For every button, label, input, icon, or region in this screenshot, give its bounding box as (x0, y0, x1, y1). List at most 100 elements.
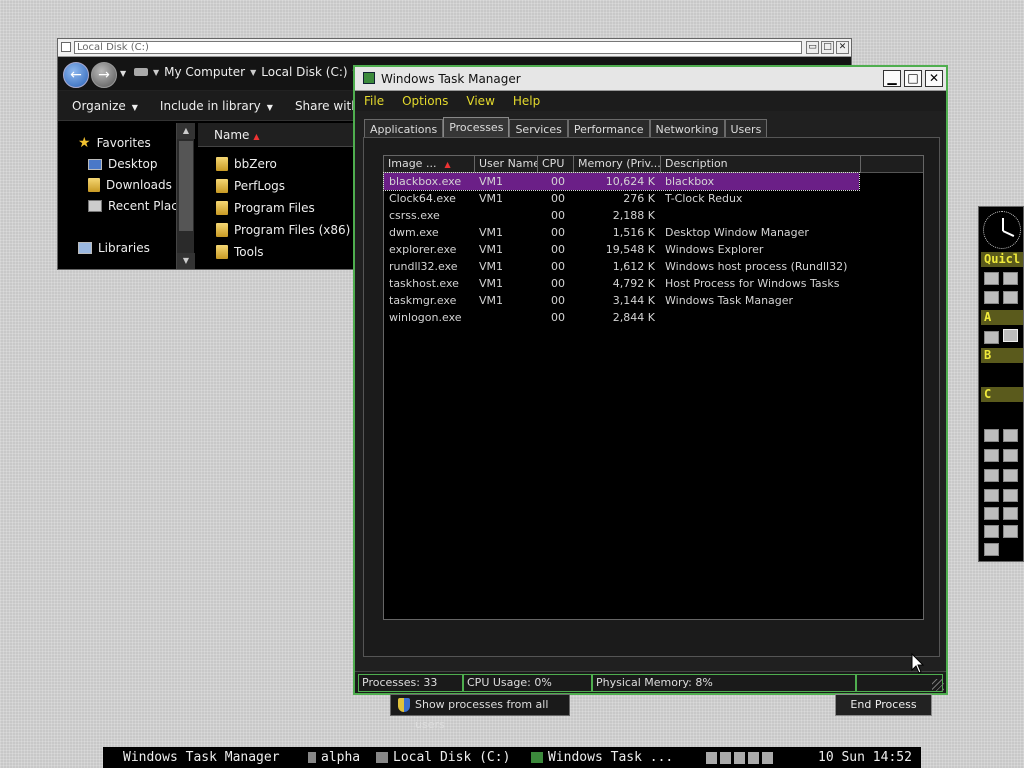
resize-grip-icon[interactable] (932, 679, 944, 691)
taskbar-current-window[interactable]: Windows Task Manager (123, 747, 280, 768)
table-row[interactable]: rundll32.exe VM1 00 1,612 K Windows host pro… (384, 258, 859, 275)
include-in-library-button[interactable]: Include in library ▼ (160, 99, 273, 113)
star-icon: ★ (78, 135, 91, 151)
taskbar-workspace-alpha[interactable]: alpha (308, 747, 360, 768)
nav-desktop[interactable]: Desktop (88, 157, 158, 171)
maximize-button[interactable]: □ (904, 70, 922, 87)
column-header-memory[interactable]: Memory (Priv... (574, 156, 661, 173)
column-header-name[interactable]: Name ▲ (198, 123, 368, 147)
menu-options[interactable]: Options (402, 94, 448, 108)
cell-description: Desktop Window Manager (665, 226, 809, 239)
minimize-button[interactable]: ▭ (806, 41, 819, 54)
list-item[interactable]: Program Files (216, 201, 315, 215)
task-manager-window[interactable]: Windows Task Manager ▁ □ ✕ File Options … (353, 65, 948, 731)
flag-icon[interactable] (720, 751, 731, 764)
nav-downloads[interactable]: Downloads (88, 178, 172, 192)
menu-view[interactable]: View (466, 94, 494, 108)
notepad-icon[interactable] (1003, 525, 1018, 538)
back-button[interactable]: ← (63, 62, 89, 88)
table-row[interactable]: blackbox.exe VM1 00 10,624 K blackbox (383, 172, 860, 191)
printer-icon[interactable] (984, 489, 999, 502)
table-row[interactable]: explorer.exe VM1 00 19,548 K Windows Explore… (384, 241, 859, 258)
task-manager-titlebar[interactable]: Windows Task Manager ▁ □ ✕ (355, 67, 946, 91)
task-manager-icon (363, 72, 375, 84)
tab-users[interactable]: Users (724, 119, 768, 138)
table-row[interactable]: taskmgr.exe VM1 00 3,144 K Windows Task Mana… (384, 292, 859, 309)
scroll-down-icon[interactable]: ▼ (177, 253, 195, 269)
table-row[interactable]: taskhost.exe VM1 00 4,792 K Host Process for… (384, 275, 859, 292)
organize-button[interactable]: Organize ▼ (72, 99, 138, 113)
user-icon[interactable] (984, 543, 999, 556)
list-item[interactable]: PerfLogs (216, 179, 285, 193)
show-all-users-button[interactable]: Show processes from all users (390, 694, 570, 731)
mouse-cursor-icon (911, 653, 925, 674)
taskbar-item-task-manager[interactable]: Windows Task ... (531, 747, 673, 768)
taskbar-clock[interactable]: 10 Sun 14:52 (818, 747, 912, 768)
network-share-icon[interactable] (1003, 507, 1018, 520)
maximize-button[interactable]: □ (821, 41, 834, 54)
speaker-icon[interactable] (748, 751, 759, 764)
clock-tray-icon[interactable] (762, 751, 773, 764)
nav-favorites[interactable]: ★ Favorites (78, 135, 151, 151)
column-header-description[interactable]: Description (661, 156, 861, 173)
tab-networking[interactable]: Networking (649, 119, 725, 138)
table-row[interactable]: csrss.exe 00 2,188 K (384, 207, 859, 224)
menu-help[interactable]: Help (513, 94, 540, 108)
close-button[interactable]: ✕ (836, 41, 849, 54)
recycle-bin-icon[interactable] (984, 525, 999, 538)
minimize-button[interactable]: ▁ (883, 70, 901, 87)
scroll-up-icon[interactable]: ▲ (177, 123, 195, 139)
folder-icon[interactable] (1003, 291, 1018, 304)
column-header-image[interactable]: Image ... ▲ (384, 156, 475, 173)
taskbar-item-local-disk[interactable]: Local Disk (C:) (376, 747, 510, 768)
tab-performance[interactable]: Performance (567, 119, 650, 138)
column-header-cpu[interactable]: CPU (538, 156, 574, 173)
document-icon[interactable] (984, 429, 999, 442)
drive-icon[interactable] (984, 331, 999, 344)
network-icon[interactable] (984, 469, 999, 482)
terminal-icon[interactable] (1003, 329, 1018, 342)
menu-file[interactable]: File (364, 94, 384, 108)
device-icon[interactable] (1003, 469, 1018, 482)
calendar-icon[interactable] (1003, 489, 1018, 502)
explorer-titlebar[interactable]: Local Disk (C:) ▭ □ ✕ (58, 39, 851, 57)
close-button[interactable]: ✕ (925, 70, 943, 87)
table-row[interactable]: winlogon.exe 00 2,844 K (384, 309, 859, 326)
status-bar: Processes: 33 CPU Usage: 0% Physical Mem… (355, 671, 946, 693)
scrollbar-thumb[interactable] (179, 141, 193, 231)
end-process-button[interactable]: End Process (835, 694, 932, 716)
tab-processes[interactable]: Processes (443, 117, 510, 138)
drive-icon (376, 752, 388, 763)
table-row[interactable]: dwm.exe VM1 00 1,516 K Desktop Window Manage… (384, 224, 859, 241)
forward-button[interactable]: → (91, 62, 117, 88)
settings-icon[interactable] (984, 449, 999, 462)
chevron-down-icon[interactable]: ▼ (153, 68, 159, 77)
nav-recent-places[interactable]: Recent Place (88, 199, 185, 213)
nav-libraries[interactable]: Libraries (78, 241, 150, 255)
cell-memory: 2,844 K (612, 311, 655, 324)
tab-applications[interactable]: Applications (364, 119, 444, 138)
computer-icon[interactable] (1003, 272, 1018, 285)
column-header-user-name[interactable]: User Name (475, 156, 538, 173)
network-icon[interactable] (734, 751, 745, 764)
list-item[interactable]: Tools (216, 245, 264, 259)
task-manager-icon (531, 752, 543, 763)
tab-services[interactable]: Services (509, 119, 568, 138)
window-menu-icon[interactable] (61, 42, 71, 52)
table-row[interactable]: Clock64.exe VM1 00 276 K T-Clock Redux (384, 190, 859, 207)
list-item[interactable]: Program Files (x86) (216, 223, 350, 237)
image-icon[interactable] (1003, 429, 1018, 442)
recent-pages-chevron-down-icon[interactable]: ▼ (120, 69, 126, 78)
list-item[interactable]: bbZero (216, 157, 277, 171)
process-list[interactable]: Image ... ▲ User Name CPU Memory (Priv...… (383, 155, 924, 620)
tray-app-icon[interactable] (706, 751, 717, 764)
nav-pane-scrollbar[interactable]: ▲ ▼ (176, 123, 195, 269)
explorer-icon[interactable] (984, 272, 999, 285)
chevron-down-icon[interactable]: ▼ (250, 68, 256, 77)
dock-title: Quicl (981, 252, 1023, 267)
breadcrumb-my-computer[interactable]: My Computer (164, 65, 245, 79)
window-icon[interactable] (984, 291, 999, 304)
breadcrumb-local-disk[interactable]: Local Disk (C:) (261, 65, 347, 79)
monitor-icon[interactable] (1003, 449, 1018, 462)
computer-icon[interactable] (984, 507, 999, 520)
